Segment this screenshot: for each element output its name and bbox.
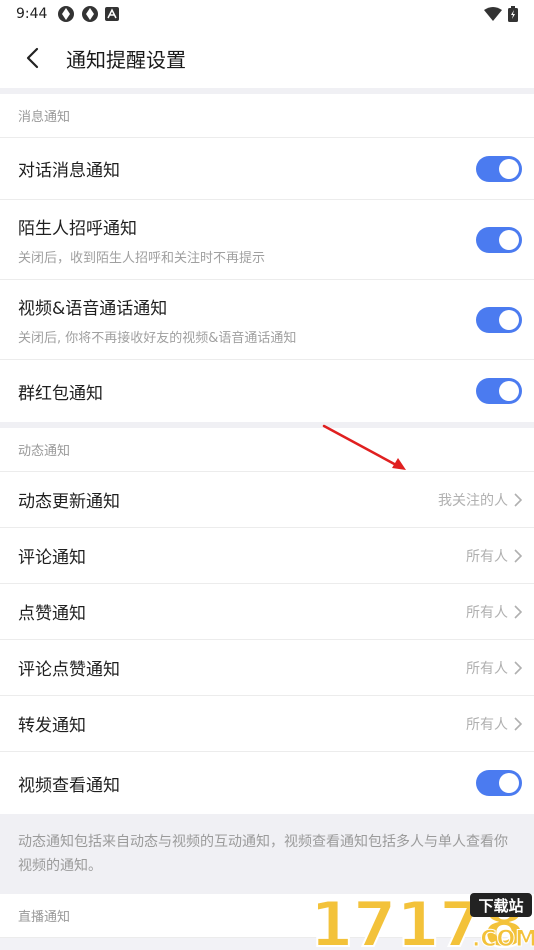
watermark-domain: .COM	[472, 927, 534, 950]
status-bar: 9:44	[0, 0, 534, 28]
row-value[interactable]: 我关注的人	[438, 490, 522, 510]
status-time: 9:44	[16, 6, 48, 22]
watermark-badge: 下载站	[478, 897, 523, 915]
section-message-notifications: 消息通知 对话消息通知 陌生人招呼通知 关闭后，收到陌生人招呼和关注时不再提示 …	[0, 94, 534, 422]
toggle-knob	[499, 158, 519, 179]
row-feed-update-notification[interactable]: 动态更新通知 我关注的人	[0, 472, 534, 528]
chevron-right-icon	[514, 716, 522, 731]
row-chat-message-notification: 对话消息通知	[0, 138, 534, 200]
row-value-text: 所有人	[466, 660, 508, 677]
chat-message-toggle[interactable]	[476, 155, 522, 182]
status-system-icons	[484, 6, 518, 22]
row-share-notification[interactable]: 转发通知 所有人	[0, 696, 534, 752]
row-value-text: 所有人	[466, 548, 508, 565]
row-label: 视频&语音通话通知	[18, 298, 168, 319]
chevron-right-icon	[514, 660, 522, 675]
row-label: 转发通知	[18, 716, 86, 736]
row-like-notification[interactable]: 点赞通知 所有人	[0, 584, 534, 640]
row-value-text: 我关注的人	[438, 492, 508, 509]
row-label: 对话消息通知	[18, 161, 120, 181]
page-title: 通知提醒设置	[66, 47, 186, 72]
toggle-knob	[499, 229, 519, 250]
row-value[interactable]: 所有人	[466, 714, 522, 734]
chevron-right-icon	[514, 492, 522, 507]
row-label: 评论点赞通知	[18, 660, 120, 680]
row-description: 关闭后, 你将不再接收好友的视频&语音通话通知	[18, 330, 297, 346]
row-value-text: 所有人	[466, 716, 508, 733]
row-video-view-notification: 视频查看通知	[0, 752, 534, 814]
row-value-text: 所有人	[466, 604, 508, 621]
feed-notification-note: 动态通知包括来自动态与视频的互动通知，视频查看通知包括多人与单人查看你视频的通知…	[0, 814, 534, 894]
row-value[interactable]: 所有人	[466, 602, 522, 622]
row-description: 关闭后，收到陌生人招呼和关注时不再提示	[18, 250, 266, 266]
row-label: 群红包通知	[18, 383, 103, 404]
top-app-bar: 通知提醒设置	[0, 28, 534, 88]
row-comment-notification[interactable]: 评论通知 所有人	[0, 528, 534, 584]
toggle-knob	[499, 309, 519, 330]
font-notification-icon	[105, 7, 120, 21]
row-label: 动态更新通知	[18, 492, 120, 512]
row-comment-like-notification[interactable]: 评论点赞通知 所有人	[0, 640, 534, 696]
toggle-knob	[499, 381, 519, 401]
battery-icon	[508, 6, 518, 22]
app-notification-icon	[82, 6, 99, 22]
site-watermark-logo: 17178 下载站 .COM	[310, 890, 534, 950]
video-view-toggle[interactable]	[476, 770, 522, 796]
annotation-arrow-icon	[322, 424, 406, 470]
section-label: 动态通知	[0, 428, 534, 472]
toggle-knob	[499, 773, 519, 793]
row-label: 点赞通知	[18, 604, 86, 624]
row-value[interactable]: 所有人	[466, 658, 522, 678]
chevron-right-icon	[514, 604, 522, 619]
group-red-packet-toggle[interactable]	[476, 378, 522, 404]
section-label: 消息通知	[0, 94, 534, 138]
row-label: 视频查看通知	[18, 775, 120, 796]
row-video-voice-call-notification: 视频&语音通话通知 关闭后, 你将不再接收好友的视频&语音通话通知	[0, 280, 534, 360]
chevron-left-icon	[26, 47, 39, 69]
row-label: 陌生人招呼通知	[18, 218, 137, 239]
video-voice-call-toggle[interactable]	[476, 306, 522, 333]
back-button[interactable]	[16, 42, 48, 74]
status-notification-icons	[57, 5, 120, 23]
row-label: 评论通知	[18, 548, 86, 568]
row-value[interactable]: 所有人	[466, 546, 522, 566]
wifi-icon	[484, 7, 502, 21]
app-notification-icon	[58, 6, 75, 22]
chevron-right-icon	[514, 548, 522, 563]
row-stranger-greeting-notification: 陌生人招呼通知 关闭后，收到陌生人招呼和关注时不再提示	[0, 200, 534, 280]
row-group-red-packet-notification: 群红包通知	[0, 360, 534, 422]
stranger-greeting-toggle[interactable]	[476, 226, 522, 253]
section-feed-notifications: 动态通知 动态更新通知 我关注的人 评论通知 所有人 点赞通知 所有人 评论点赞…	[0, 428, 534, 814]
